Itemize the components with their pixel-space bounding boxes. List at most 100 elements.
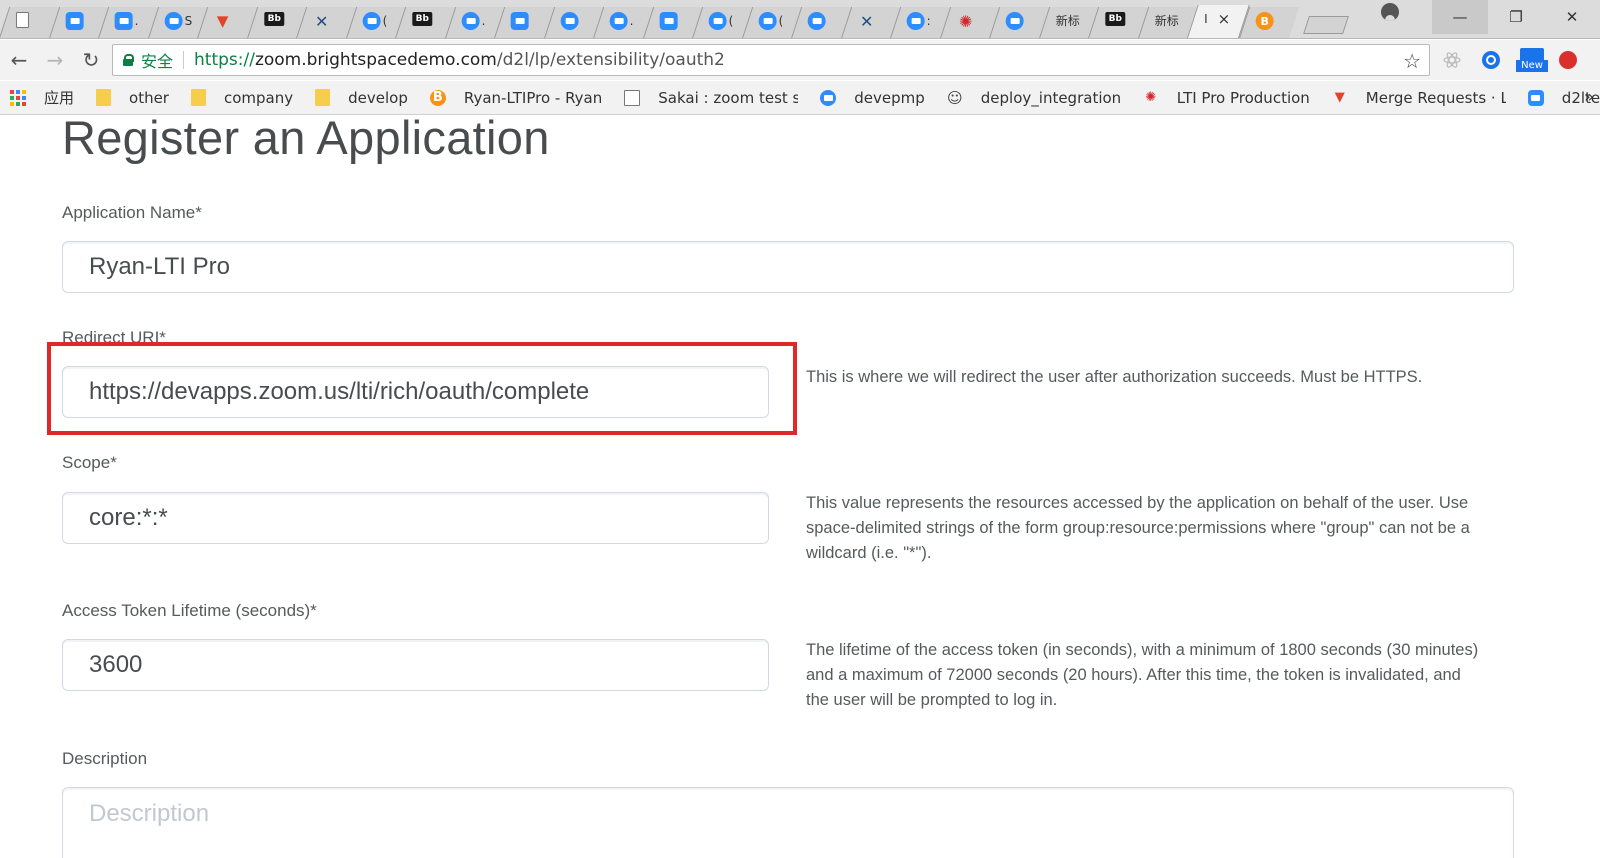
browser-toolbar: ← → ↻ 安全 https://zoom.brightspacedemo.co…: [0, 40, 1600, 80]
url-protocol: https://: [194, 50, 255, 70]
url-text[interactable]: https://zoom.brightspacedemo.com/d2l/lp/…: [194, 50, 725, 70]
bookmark-label: Sakai : zoom test si: [658, 88, 799, 107]
blackboard-icon: Bb: [412, 12, 433, 26]
bookmark-item[interactable]: devepmp: [820, 89, 925, 107]
bookmark-label: devepmp: [854, 88, 925, 107]
close-window-button[interactable]: ✕: [1544, 0, 1600, 34]
address-bar[interactable]: 安全 https://zoom.brightspacedemo.com/d2l/…: [112, 44, 1430, 76]
tab-content: [65, 12, 85, 30]
bookmark-item[interactable]: B Ryan-LTIPro - Ryan: [429, 89, 602, 107]
tab-content: I ×: [1204, 10, 1230, 28]
bookmark-item[interactable]: 应用: [10, 87, 74, 108]
token-lifetime-input[interactable]: 3600: [62, 639, 769, 691]
extension-new-icon[interactable]: New: [1516, 48, 1548, 72]
zoom-icon: [362, 12, 381, 30]
confluence-icon: ✕: [859, 11, 873, 31]
folder-icon: [190, 89, 206, 106]
page-icon: [624, 89, 641, 106]
tab-label: 新标: [1055, 14, 1080, 28]
zoom-icon: [560, 12, 579, 30]
tab-content: .: [114, 12, 139, 30]
bitcoin-icon: B: [429, 89, 446, 106]
zoom-icon: [114, 12, 133, 30]
tab-close-icon[interactable]: ×: [1218, 10, 1231, 28]
tab-content: [560, 12, 580, 30]
tab-content: B: [1255, 12, 1276, 30]
zoom-icon: [659, 12, 678, 30]
bookmark-label: develop: [348, 88, 408, 107]
zoom-icon: [510, 12, 529, 30]
bookmark-item[interactable]: Sakai : zoom test si: [624, 89, 798, 107]
extension-react-icon[interactable]: [1440, 48, 1464, 72]
reload-icon[interactable]: ↻: [74, 43, 108, 77]
bookmark-item[interactable]: other: [96, 89, 169, 107]
bookmarks-overflow-icon[interactable]: »: [1584, 87, 1594, 106]
tab-label: (: [778, 14, 783, 28]
bitcoin-icon: B: [1255, 12, 1274, 30]
folder-icon: [96, 89, 112, 106]
bookmark-item[interactable]: company: [190, 88, 294, 107]
tab-content: S: [164, 12, 192, 30]
tab-content: (: [708, 12, 734, 30]
bookmark-item[interactable]: develop: [315, 89, 408, 107]
new-tab-button[interactable]: [1302, 16, 1349, 34]
tab-label: .: [134, 14, 139, 28]
new-badge: New: [1516, 60, 1548, 72]
tab-content: :: [906, 12, 931, 30]
tab-label: .: [481, 14, 485, 28]
bookmark-label: d2ltest: [1561, 88, 1600, 107]
app-name-input[interactable]: Ryan-LTI Pro: [62, 241, 1514, 293]
url-host: zoom.brightspacedemo.com: [254, 50, 497, 70]
tab-content: (: [758, 12, 783, 30]
bookmark-label: LTI Pro Production: [1176, 88, 1310, 107]
profile-icon[interactable]: [1381, 3, 1399, 21]
apps-icon: [10, 89, 26, 106]
tab-content: ✕: [313, 11, 333, 31]
zoom-icon: [906, 12, 925, 30]
tab-content: [15, 12, 31, 28]
sakai-icon: ✺: [958, 11, 972, 31]
confluence-icon: ✕: [314, 11, 329, 31]
zoom-icon: [164, 12, 183, 30]
gitlab-icon: ▼: [216, 12, 229, 30]
tab-list: . S ▼ Bb ✕(Bb..((✕: ✺ 新标 Bb 新标 I × B: [0, 4, 1349, 38]
bookmark-label: other: [129, 88, 169, 107]
forward-icon[interactable]: →: [38, 43, 72, 77]
tab-content: 新标: [1154, 12, 1178, 29]
tab-label: .: [629, 14, 634, 28]
tab-label: 新标: [1154, 14, 1179, 28]
tab-content: ✺: [956, 11, 976, 31]
zoom-icon: [609, 12, 628, 30]
page-content: Register an Application Application Name…: [0, 116, 1600, 858]
extension-globe-icon[interactable]: [1479, 48, 1503, 72]
bookmark-star-icon[interactable]: ☆: [1403, 49, 1421, 73]
tab-content: [659, 12, 679, 30]
bookmark-label: Merge Requests · L: [1365, 88, 1506, 107]
lock-icon: [123, 54, 134, 66]
tab-content: ✕: [857, 11, 877, 31]
tab[interactable]: B: [1238, 7, 1299, 38]
restore-button[interactable]: ❐: [1488, 0, 1544, 34]
window-controls: — ❐ ✕: [1432, 0, 1600, 34]
sakai-icon: ✺: [1145, 90, 1157, 105]
bookmark-label: company: [223, 88, 294, 107]
scope-input[interactable]: core:*:*: [62, 492, 769, 544]
page-icon: [15, 12, 29, 28]
scope-label: Scope*: [62, 453, 117, 472]
app-name-label: Application Name*: [62, 203, 202, 222]
minimize-button[interactable]: —: [1432, 0, 1488, 34]
description-textarea[interactable]: Description: [62, 787, 1514, 858]
tab-label: I: [1204, 12, 1208, 26]
extension-red-icon[interactable]: [1556, 48, 1580, 72]
tab-content: ▼: [214, 12, 234, 30]
bookmark-item[interactable]: ☺ deploy_integration: [947, 89, 1121, 107]
scope-help: This value represents the resources acce…: [806, 494, 1470, 562]
redirect-uri-input[interactable]: https://devapps.zoom.us/lti/rich/oauth/c…: [62, 366, 769, 418]
tab-label: (: [728, 14, 734, 28]
jenkins-icon: ☺: [946, 88, 963, 107]
zoom-icon: [820, 89, 837, 106]
bookmark-item[interactable]: ▼ Merge Requests · L: [1332, 89, 1506, 107]
back-icon[interactable]: ←: [2, 43, 36, 77]
bookmark-item[interactable]: ✺ LTI Pro Production: [1143, 88, 1310, 107]
address-separator: [183, 51, 185, 69]
